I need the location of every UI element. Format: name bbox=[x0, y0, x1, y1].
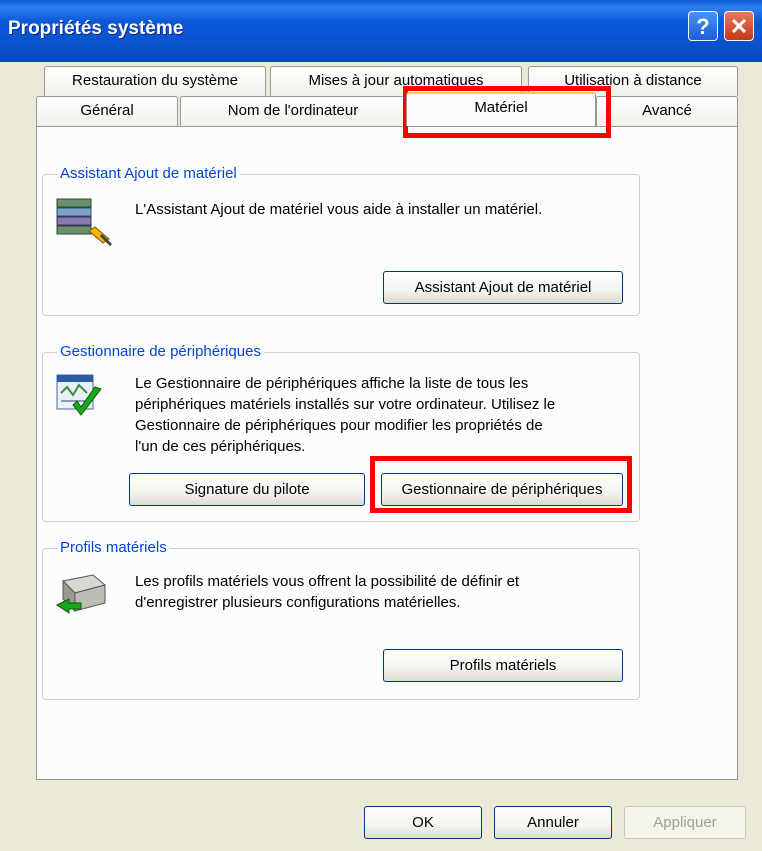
tab-avance[interactable]: Avancé bbox=[596, 96, 738, 126]
group-add-hardware: Assistant Ajout de matériel L'Assistant … bbox=[42, 165, 640, 316]
apply-button[interactable]: Appliquer bbox=[624, 806, 746, 839]
hardware-profiles-button[interactable]: Profils matériels bbox=[383, 649, 623, 682]
add-hardware-description: L'Assistant Ajout de matériel vous aide … bbox=[135, 201, 543, 218]
hardware-profiles-description-line2: d'enregistrer plusieurs configurations m… bbox=[135, 594, 461, 611]
tab-general[interactable]: Général bbox=[36, 96, 178, 126]
group-title-hardware-profiles: Profils matériels bbox=[57, 539, 170, 557]
hardware-profiles-description-line1: Les profils matériels vous offrent la po… bbox=[135, 573, 520, 590]
device-manager-description-line3: Gestionnaire de périphériques pour modif… bbox=[135, 417, 543, 434]
device-manager-button[interactable]: Gestionnaire de périphériques bbox=[381, 473, 623, 506]
tab-restauration-systeme[interactable]: Restauration du système bbox=[44, 66, 266, 96]
cancel-button[interactable]: Annuler bbox=[494, 806, 612, 839]
ok-button[interactable]: OK bbox=[364, 806, 482, 839]
group-title-add-hardware: Assistant Ajout de matériel bbox=[57, 165, 240, 183]
system-properties-window: Propriétés système ? ✕ Restauration du s… bbox=[0, 0, 762, 851]
device-manager-description-line2: périphériques matériels installés sur vo… bbox=[135, 396, 556, 413]
driver-signing-button[interactable]: Signature du pilote bbox=[129, 473, 365, 506]
title-bar[interactable]: Propriétés système ? ✕ bbox=[0, 0, 762, 62]
close-button[interactable]: ✕ bbox=[724, 11, 754, 41]
tab-materiel[interactable]: Matériel bbox=[406, 92, 596, 126]
device-manager-description-line1: Le Gestionnaire de périphériques affiche… bbox=[135, 375, 529, 392]
hardware-profile-icon bbox=[56, 574, 107, 614]
add-hardware-wizard-button[interactable]: Assistant Ajout de matériel bbox=[383, 271, 623, 304]
device-manager-icon bbox=[56, 374, 102, 416]
help-button[interactable]: ? bbox=[688, 11, 718, 41]
device-manager-description-line4: l'un de ces périphériques. bbox=[135, 438, 306, 455]
window-title: Propriétés système bbox=[8, 18, 184, 39]
add-hardware-icon bbox=[56, 198, 113, 247]
group-device-manager: Gestionnaire de périphériques Le Gestion… bbox=[42, 343, 640, 522]
group-title-device-manager: Gestionnaire de périphériques bbox=[57, 343, 264, 361]
tab-nom-ordinateur[interactable]: Nom de l'ordinateur bbox=[180, 96, 406, 126]
group-hardware-profiles: Profils matériels Les profils matériels … bbox=[42, 539, 640, 700]
